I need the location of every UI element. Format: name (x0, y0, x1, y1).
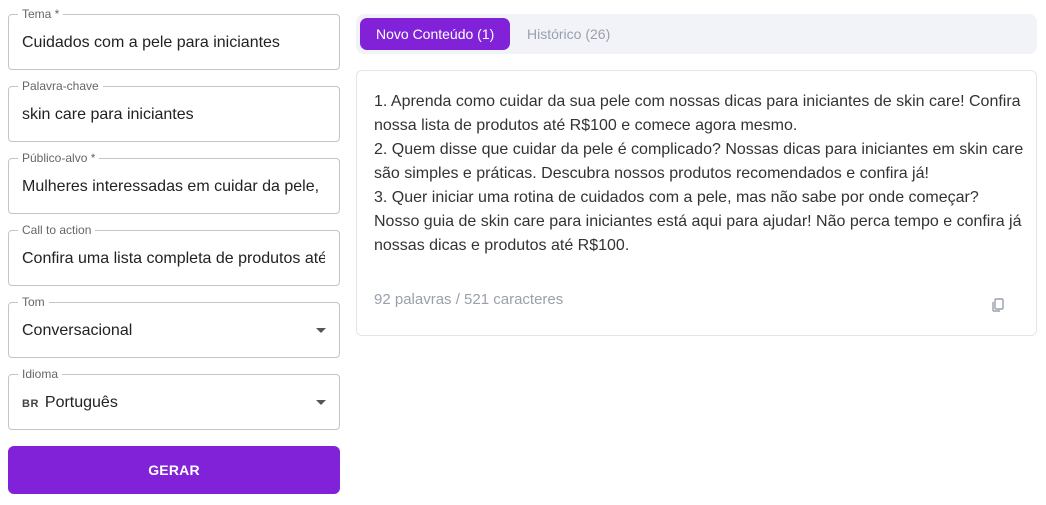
brazil-flag-icon: BR (22, 398, 39, 410)
tone-select[interactable]: Tom Conversacional (8, 295, 340, 358)
content-item-2: 2. Quem disse que cuidar da pele é compl… (374, 141, 1024, 182)
word-count: 92 palavras / 521 caracteres (374, 291, 564, 308)
language-select[interactable]: Idioma BR Português (8, 367, 340, 430)
chevron-down-icon[interactable] (316, 328, 326, 333)
keyword-field[interactable]: Palavra-chave skin care para iniciantes (8, 79, 340, 142)
cta-field[interactable]: Call to action Confira uma lista complet… (8, 223, 340, 286)
theme-field[interactable]: Tema * Cuidados com a pele para iniciant… (8, 7, 340, 70)
tone-label: Tom (18, 295, 49, 309)
audience-field[interactable]: Público-alvo * Mulheres interessadas em … (8, 151, 340, 214)
tone-value: Conversacional (22, 322, 133, 339)
copy-icon-svg (992, 298, 1004, 312)
audience-input[interactable]: Mulheres interessadas em cuidar da pele, (22, 177, 325, 197)
cta-input[interactable]: Confira uma lista completa de produtos a… (22, 249, 325, 269)
tab-new-content[interactable]: Novo Conteúdo (1) (360, 18, 511, 50)
generate-button[interactable]: GERAR (8, 446, 340, 494)
keyword-label: Palavra-chave (18, 79, 103, 93)
audience-label: Público-alvo * (18, 151, 100, 165)
theme-label: Tema * (18, 7, 64, 21)
copy-icon[interactable] (990, 297, 1006, 313)
generated-content: 1. Aprenda como cuidar da sua pele com n… (374, 90, 1024, 258)
result-tabs: Novo Conteúdo (1) Histórico (26) (356, 14, 1037, 54)
cta-label: Call to action (18, 223, 96, 237)
language-value-wrapper: BR Português (22, 393, 325, 414)
language-label: Idioma (18, 367, 63, 381)
language-value: Português (44, 394, 118, 411)
content-item-3: 3. Quer iniciar uma rotina de cuidados c… (374, 189, 1022, 254)
content-item-1: 1. Aprenda como cuidar da sua pele com n… (374, 93, 1021, 134)
keyword-input[interactable]: skin care para iniciantes (22, 105, 325, 125)
generated-content-card: 1. Aprenda como cuidar da sua pele com n… (356, 70, 1037, 336)
chevron-down-icon[interactable] (316, 400, 326, 405)
tab-history[interactable]: Histórico (26) (511, 18, 626, 50)
theme-input[interactable]: Cuidados com a pele para iniciantes (22, 33, 325, 53)
